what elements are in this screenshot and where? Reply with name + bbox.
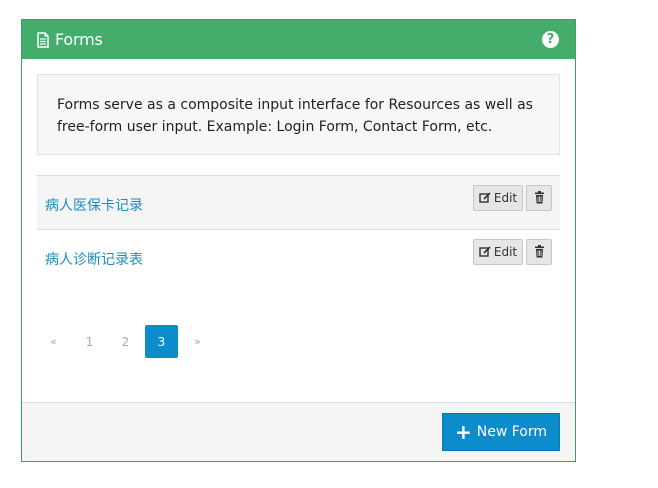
pagination-page-1[interactable]: 1 bbox=[73, 325, 106, 358]
edit-button[interactable]: Edit bbox=[473, 184, 523, 211]
delete-button[interactable] bbox=[526, 238, 552, 265]
edit-label: Edit bbox=[493, 244, 518, 259]
row-actions: Edit bbox=[473, 238, 552, 265]
panel-footer: + New Form bbox=[22, 402, 575, 461]
forms-list: 病人医保卡记录 Edit 病人诊断记录表 Edit bbox=[37, 175, 560, 283]
pagination-prev[interactable]: « bbox=[37, 325, 70, 358]
new-form-label: New Form bbox=[476, 424, 548, 440]
pagination-page-2[interactable]: 2 bbox=[109, 325, 142, 358]
list-item: 病人诊断记录表 Edit bbox=[37, 230, 560, 283]
forms-panel: Forms ? Forms serve as a composite input… bbox=[21, 19, 576, 462]
description-well: Forms serve as a composite input interfa… bbox=[37, 74, 560, 155]
row-actions: Edit bbox=[473, 184, 552, 211]
panel-title: Forms bbox=[55, 30, 103, 49]
form-link[interactable]: 病人诊断记录表 bbox=[45, 249, 143, 269]
pagination-page-3[interactable]: 3 bbox=[145, 325, 178, 358]
edit-icon bbox=[479, 245, 491, 257]
panel-body: Forms serve as a composite input interfa… bbox=[22, 59, 575, 400]
trash-icon bbox=[534, 245, 544, 258]
edit-label: Edit bbox=[493, 190, 518, 205]
delete-button[interactable] bbox=[526, 184, 552, 211]
edit-icon bbox=[479, 191, 491, 203]
new-form-button[interactable]: + New Form bbox=[442, 413, 560, 451]
description-text: Forms serve as a composite input interfa… bbox=[57, 97, 533, 135]
file-text-icon bbox=[36, 31, 50, 48]
form-link[interactable]: 病人医保卡记录 bbox=[45, 195, 143, 215]
question-circle-icon[interactable]: ? bbox=[542, 31, 559, 48]
plus-icon: + bbox=[454, 420, 472, 444]
panel-heading: Forms ? bbox=[22, 20, 575, 59]
trash-icon bbox=[534, 191, 544, 204]
list-item: 病人医保卡记录 Edit bbox=[37, 176, 560, 230]
pagination: « 1 2 3 » bbox=[37, 325, 217, 358]
pagination-next[interactable]: » bbox=[181, 325, 214, 358]
edit-button[interactable]: Edit bbox=[473, 238, 523, 265]
